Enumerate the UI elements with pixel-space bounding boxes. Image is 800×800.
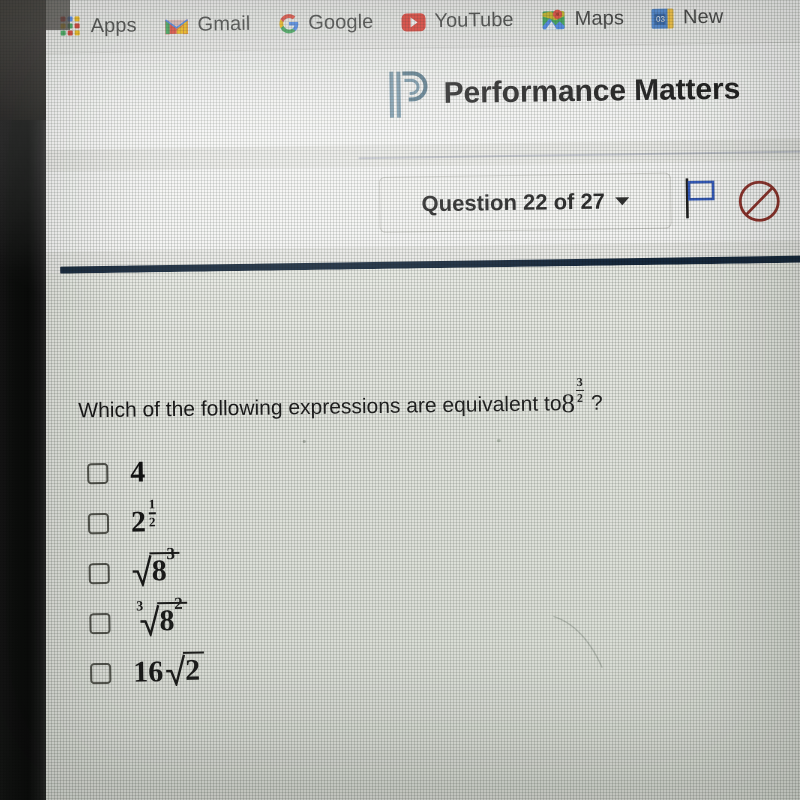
option-c-radical: 8 3	[131, 544, 180, 593]
question-stem: Which of the following expressions are e…	[78, 375, 603, 425]
option-e-radical: 2	[165, 651, 205, 693]
answer-checkbox-d[interactable]	[89, 612, 111, 634]
bookmark-apps[interactable]: Apps	[60, 14, 137, 38]
option-b-base: 2	[130, 505, 147, 539]
answer-checkbox-e[interactable]	[90, 662, 112, 684]
question-toolbar: Question 22 of 27	[36, 160, 800, 252]
option-d-radical-index: 3	[136, 599, 144, 615]
gmail-icon	[164, 16, 189, 34]
brand-name: Performance Matters	[443, 72, 741, 110]
browser-window: \ o . Apps	[34, 0, 800, 800]
option-e-radicand: 2	[182, 651, 205, 687]
answer-option-d[interactable]: 3 8 2	[89, 594, 204, 649]
answer-text-e: 16 2	[132, 651, 205, 693]
flag-icon[interactable]	[683, 176, 720, 226]
app-header: Performance Matters	[35, 42, 800, 150]
bookmark-gmail[interactable]: Gmail	[164, 13, 250, 37]
question-stem-text: Which of the following expressions are e…	[78, 392, 562, 423]
exponent-denominator: 2	[576, 391, 584, 406]
answer-checkbox-a[interactable]	[87, 462, 109, 484]
option-b-exponent-fraction: 1 2	[148, 496, 156, 530]
chevron-down-icon	[614, 197, 630, 206]
option-c-radicand-exponent: 3	[166, 543, 176, 564]
google-maps-icon	[542, 9, 566, 31]
question-selector-dropdown[interactable]: Question 22 of 27	[378, 172, 672, 233]
question-expression: 8 3 2	[561, 375, 584, 419]
answer-checkbox-b[interactable]	[87, 512, 110, 534]
option-b-sup-den: 2	[148, 514, 156, 530]
app-brand: Performance Matters	[387, 64, 740, 121]
screen-dust-2	[496, 439, 501, 443]
google-news-icon: 03	[651, 8, 675, 29]
question-content-panel: Which of the following expressions are e…	[38, 262, 800, 800]
bookmark-label: Gmail	[197, 12, 251, 36]
screen-smudge	[553, 615, 603, 668]
expression-base: 8	[561, 388, 576, 419]
answer-text-b: 2 1 2	[130, 496, 156, 539]
bookmark-label: Maps	[574, 7, 625, 30]
bookmark-google[interactable]: Google	[278, 10, 374, 35]
option-c-radicand-base: 8	[151, 554, 167, 588]
option-d-radical: 3 8 2	[132, 594, 188, 643]
option-b-sup-num: 1	[148, 496, 156, 512]
option-a-plain: 4	[129, 455, 146, 489]
monitor-bezel-corner	[0, 0, 70, 30]
answer-option-e[interactable]: 16 2	[90, 647, 205, 699]
youtube-icon	[401, 12, 426, 32]
answer-options-list: 4 2 1 2 8 3 3 8 2 16 2	[87, 447, 205, 699]
option-d-radicand-base: 8	[159, 603, 175, 638]
answer-text-a: 4	[129, 455, 146, 489]
performance-matters-p-logo	[387, 68, 430, 121]
bookmark-label: Apps	[90, 14, 137, 38]
bookmark-label: New	[682, 5, 724, 29]
screen-dust-1	[302, 440, 306, 444]
monitor-bezel-left	[0, 0, 46, 800]
screen-photo: \ o . Apps	[0, 0, 800, 800]
option-c-radicand: 8 3	[149, 544, 180, 588]
question-mark: ?	[590, 391, 603, 415]
option-d-radicand-exponent: 2	[174, 593, 183, 613]
bookmark-news[interactable]: 03 New	[651, 5, 724, 30]
exponent-numerator: 3	[576, 374, 583, 389]
option-e-coefficient: 16	[132, 655, 164, 689]
answer-text-c: 8 3	[131, 544, 180, 593]
option-d-radicand: 8 2	[157, 594, 188, 638]
eliminate-icon[interactable]	[737, 179, 782, 229]
answer-option-c[interactable]: 8 3	[88, 544, 203, 599]
answer-option-b[interactable]: 2 1 2	[87, 496, 203, 549]
option-e-radicand-base: 2	[184, 653, 201, 687]
bookmark-youtube[interactable]: YouTube	[401, 9, 514, 34]
bookmark-label: Google	[308, 10, 374, 34]
bookmark-label: YouTube	[434, 8, 514, 33]
expression-exponent-fraction: 3 2	[575, 374, 584, 406]
answer-text-d: 3 8 2	[132, 594, 188, 643]
header-divider	[358, 150, 800, 160]
question-selector-label: Question 22 of 27	[421, 188, 606, 217]
google-g-icon	[278, 13, 299, 34]
answer-checkbox-c[interactable]	[88, 562, 110, 584]
bookmark-maps[interactable]: Maps	[542, 7, 625, 31]
answer-option-a[interactable]: 4	[87, 447, 202, 499]
